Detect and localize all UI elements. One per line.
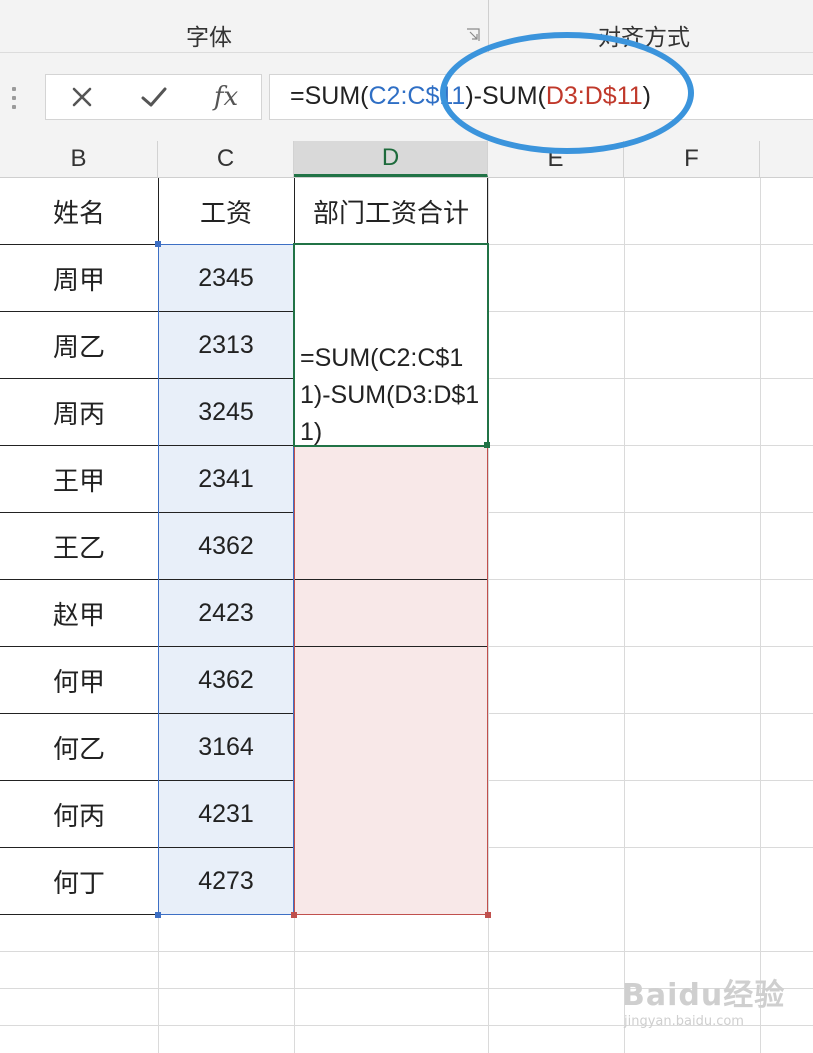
header-cell-dept-total[interactable]: 部门工资合计: [294, 178, 488, 244]
enter-button[interactable]: [124, 75, 184, 119]
salary-cell[interactable]: 4231: [158, 781, 294, 847]
gridline: [488, 646, 813, 647]
formula-input[interactable]: =SUM(C2:C$11)-SUM(D3:D$11): [269, 74, 813, 120]
watermark-logo-text: Baidu经验: [622, 978, 786, 1013]
name-cell[interactable]: 何甲: [0, 647, 158, 713]
formula-middle: )-SUM(: [465, 82, 546, 110]
range-handle[interactable]: [485, 912, 491, 918]
watermark-url: jingyan.baidu.com: [624, 1014, 744, 1029]
gridline: [488, 579, 813, 580]
fill-handle[interactable]: [484, 442, 490, 448]
column-header-b[interactable]: B: [0, 141, 158, 177]
dialog-launcher-icon[interactable]: [466, 28, 480, 42]
insert-function-button[interactable]: fx: [196, 75, 256, 119]
gridline: [488, 378, 813, 379]
gridline: [488, 512, 813, 513]
column-header-c[interactable]: C: [158, 141, 294, 177]
watermark: Baidu经验 jingyan.baidu.com: [622, 970, 785, 1029]
salary-cell[interactable]: 2423: [158, 580, 294, 646]
salary-cell[interactable]: 3245: [158, 379, 294, 445]
gridline: [760, 178, 761, 1053]
fx-icon: fx: [213, 82, 239, 112]
drag-handle-icon[interactable]: [12, 87, 16, 109]
salary-cell[interactable]: 4362: [158, 647, 294, 713]
name-cell[interactable]: 何丁: [0, 848, 158, 914]
name-cell[interactable]: 王甲: [0, 446, 158, 512]
header-cell-name[interactable]: 姓名: [0, 178, 158, 244]
gridline: [488, 311, 813, 312]
formula-text: =SUM(C2:C$11)-SUM(D3:D$11): [290, 82, 651, 111]
ribbon-group-alignment-label: 对齐方式: [598, 25, 690, 51]
ribbon-group-font-label: 字体: [186, 25, 232, 51]
formula-bar: fx =SUM(C2:C$11)-SUM(D3:D$11): [0, 53, 813, 141]
gridline: [624, 178, 625, 1053]
ribbon-separator: [488, 0, 489, 52]
salary-cell[interactable]: 4362: [158, 513, 294, 579]
gridline: [488, 713, 813, 714]
salary-cell[interactable]: 3164: [158, 714, 294, 780]
column-header-f[interactable]: F: [624, 141, 760, 177]
formula-suffix: ): [642, 82, 651, 110]
name-cell[interactable]: 周乙: [0, 312, 158, 378]
formula-ref-c: C2:C$11: [368, 82, 466, 110]
cancel-button[interactable]: [52, 75, 112, 119]
column-header-row: B C D E F: [0, 141, 813, 178]
name-cell[interactable]: 周甲: [0, 245, 158, 311]
close-icon: [72, 87, 92, 107]
gridline: [0, 951, 813, 952]
column-header-d[interactable]: D: [294, 141, 488, 177]
gridline: [488, 445, 813, 446]
ribbon-group-strip: 字体 对齐方式: [0, 0, 813, 53]
column-header-e[interactable]: E: [488, 141, 624, 177]
gridline: [488, 780, 813, 781]
salary-cell[interactable]: 2345: [158, 245, 294, 311]
name-cell[interactable]: 王乙: [0, 513, 158, 579]
formula-buttons: fx: [45, 74, 262, 120]
table-border: [0, 914, 158, 915]
salary-cell[interactable]: 2341: [158, 446, 294, 512]
header-cell-salary[interactable]: 工资: [158, 178, 294, 244]
gridline: [488, 244, 813, 245]
name-cell[interactable]: 何乙: [0, 714, 158, 780]
name-cell[interactable]: 周丙: [0, 379, 158, 445]
formula-prefix: =SUM(: [290, 82, 369, 110]
active-cell-formula: =SUM(C2:C$11)-SUM(D3:D$11): [300, 344, 480, 446]
check-icon: [141, 87, 167, 107]
formula-ref-d: D3:D$11: [545, 82, 643, 110]
name-cell[interactable]: 赵甲: [0, 580, 158, 646]
salary-cell[interactable]: 2313: [158, 312, 294, 378]
gridline: [488, 847, 813, 848]
name-cell[interactable]: 何丙: [0, 781, 158, 847]
salary-cell[interactable]: 4273: [158, 848, 294, 914]
sheet-grid[interactable]: 姓名 工资 部门工资合计 周甲 周乙 周丙 王甲 王乙 赵甲 何甲 何乙 何丙 …: [0, 178, 813, 1053]
